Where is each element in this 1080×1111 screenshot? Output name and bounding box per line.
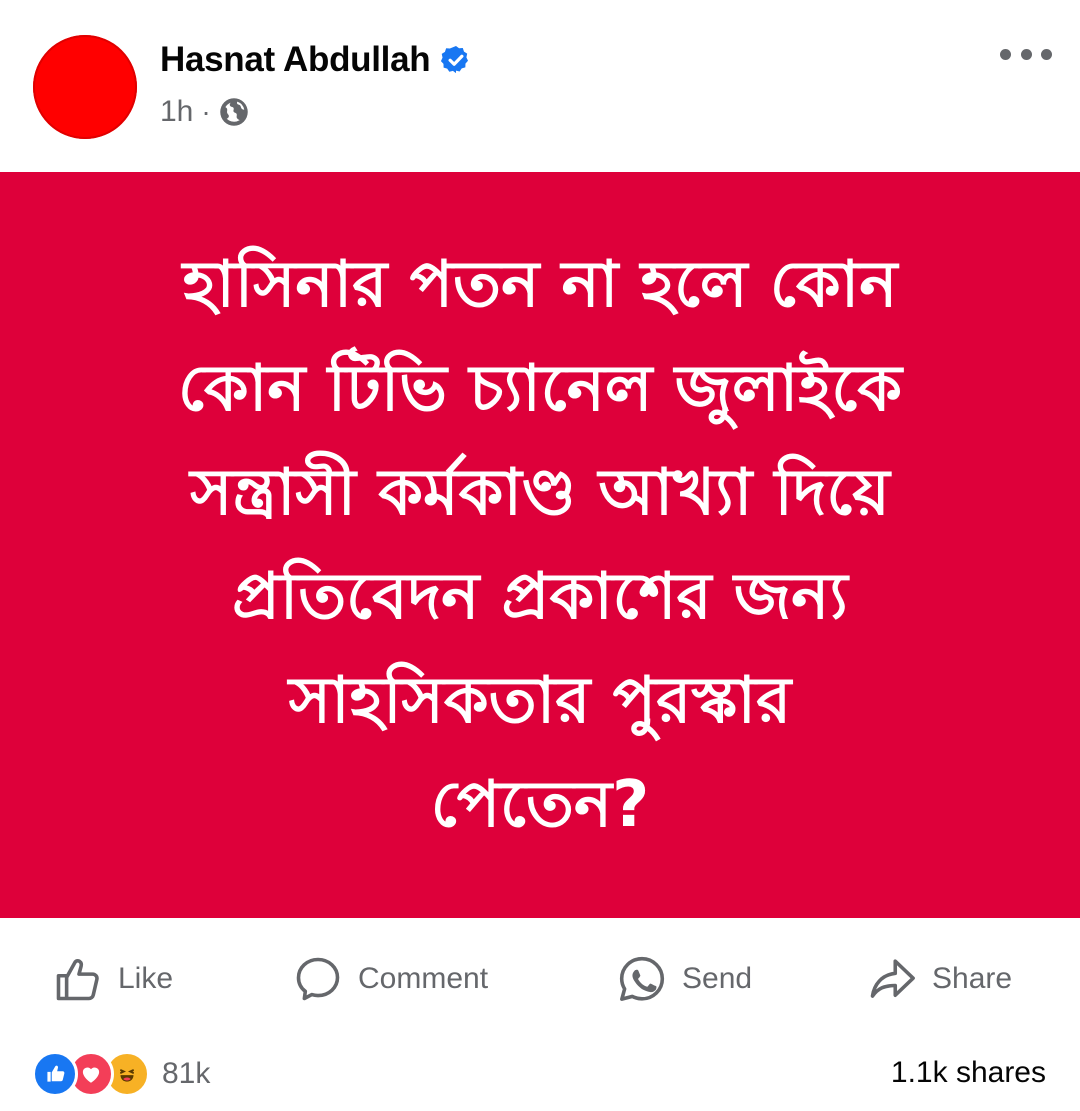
send-button[interactable]: Send — [616, 954, 752, 1004]
more-dot — [1041, 48, 1052, 60]
more-dot — [1020, 48, 1032, 60]
banner-line: প্রতিবেদন প্রকাশের জন্য — [232, 560, 848, 634]
comment-icon — [296, 957, 340, 1001]
more-options-button[interactable] — [1000, 40, 1052, 68]
banner-text: হাসিনার পতন না হলে কোন কোন টিভি চ্যানেল … — [60, 233, 1020, 857]
whatsapp-icon — [619, 956, 665, 1001]
banner-line: সন্ত্রাসী কর্মকাণ্ড আখ্যা দিয়ে — [190, 456, 890, 530]
like-button[interactable]: Like — [52, 954, 173, 1004]
reactions-summary[interactable]: 81k — [32, 1051, 211, 1097]
facebook-post: Hasnat Abdullah 1h · হাসিনার পতন না হলে … — [0, 0, 1080, 1111]
text-post-banner[interactable]: হাসিনার পতন না হলে কোন কোন টিভি চ্যানেল … — [0, 172, 1080, 918]
banner-line: হাসিনার পতন না হলে কোন — [182, 248, 898, 322]
thumbs-up-icon — [56, 958, 99, 1001]
comment-label: Comment — [358, 962, 489, 995]
send-label: Send — [682, 962, 753, 995]
verified-badge-icon — [441, 46, 469, 74]
author-row: Hasnat Abdullah — [160, 38, 472, 82]
meta-separator: · — [201, 96, 211, 127]
post-time[interactable]: 1h — [160, 95, 193, 129]
banner-line: পেতেন? — [430, 768, 650, 842]
avatar[interactable] — [33, 35, 137, 139]
post-stats: 81k 1.1k shares — [0, 1036, 1080, 1111]
reaction-count: 81k — [162, 1057, 211, 1090]
post-header: Hasnat Abdullah 1h · — [0, 0, 1080, 172]
comment-button[interactable]: Comment — [292, 954, 488, 1004]
share-button[interactable]: Share — [866, 954, 1012, 1004]
globe-icon[interactable] — [219, 97, 249, 127]
like-label: Like — [118, 962, 174, 995]
more-dot — [1000, 48, 1011, 60]
author-name[interactable]: Hasnat Abdullah — [160, 40, 431, 80]
shares-count[interactable]: 1.1k shares — [891, 1056, 1046, 1090]
share-arrow-icon — [870, 959, 915, 998]
banner-line: সাহসিকতার পুরস্কার — [288, 664, 792, 738]
like-reaction-icon — [32, 1051, 78, 1097]
banner-line: কোন টিভি চ্যানেল জুলাইকে — [177, 352, 903, 426]
action-bar: Like Comment Send Share — [0, 918, 1080, 1036]
post-meta: 1h · — [160, 92, 249, 132]
share-label: Share — [932, 962, 1013, 995]
